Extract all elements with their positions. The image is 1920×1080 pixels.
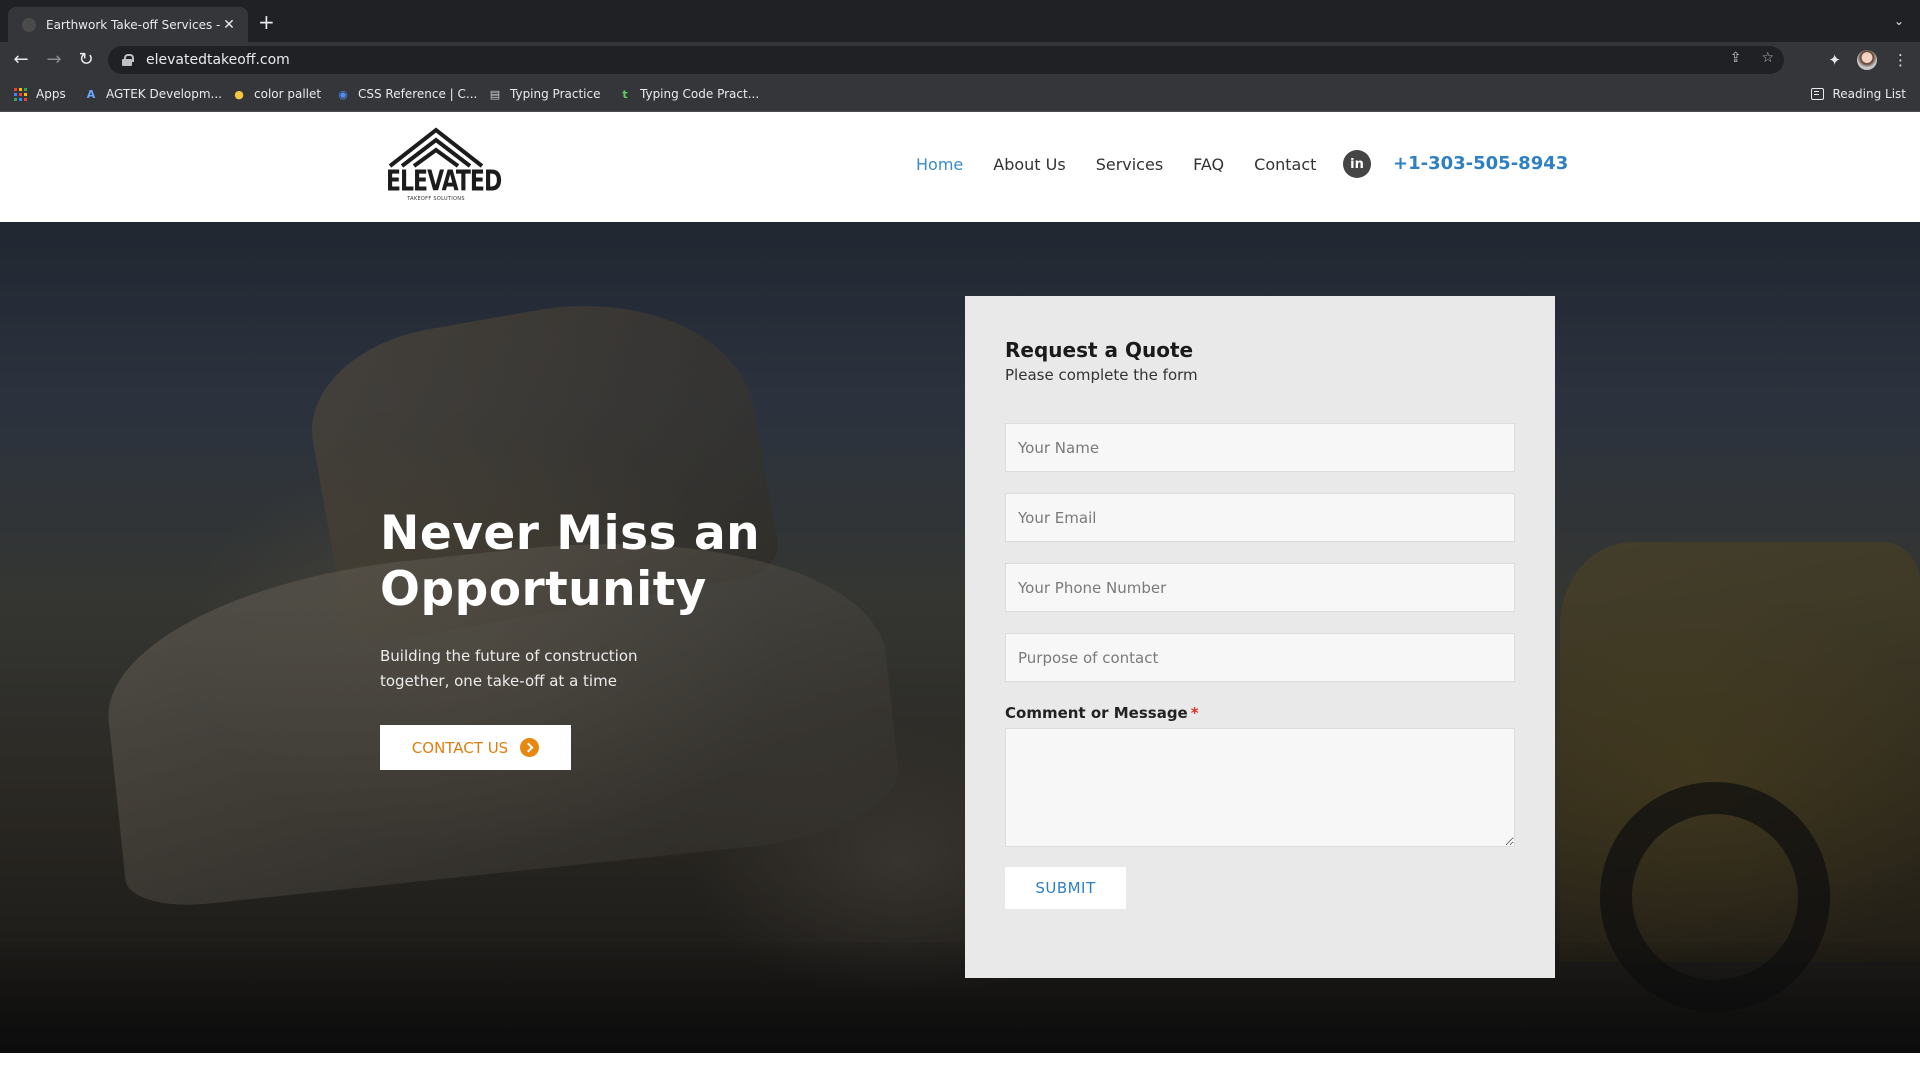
name-input[interactable] [1005, 423, 1515, 472]
site-header: ELEVATED TAKEOFF SOLUTIONS Home About Us… [0, 112, 1920, 222]
logo-tagline: TAKEOFF SOLUTIONS [407, 196, 465, 202]
required-asterisk: * [1190, 704, 1199, 722]
quote-form-title: Request a Quote [1005, 338, 1194, 362]
bookmark-label: color pallet [254, 87, 322, 101]
browser-menu-icon[interactable]: ⋮ [1893, 51, 1908, 69]
main-navigation: Home About Us Services FAQ Contact [916, 155, 1316, 174]
tab-title: Earthwork Take-off Services - Elevated T… [46, 17, 220, 32]
bookmark-label: Apps [36, 87, 66, 101]
bookmark-apps[interactable]: Apps [14, 87, 66, 101]
color-pallet-icon: ● [234, 87, 244, 101]
lock-icon[interactable] [122, 54, 134, 66]
nav-faq[interactable]: FAQ [1193, 155, 1224, 174]
bookmark-label: Typing Code Pract... [640, 87, 760, 101]
new-tab-icon[interactable]: + [258, 12, 275, 32]
email-input[interactable] [1005, 493, 1515, 542]
agtek-icon: A [86, 87, 96, 101]
hero-dark-overlay [0, 222, 1920, 1053]
reading-list-button[interactable]: Reading List [1810, 87, 1907, 101]
typing-code-icon: t [622, 87, 628, 101]
hero-section: Never Miss an Opportunity Building the f… [0, 222, 1920, 1053]
site-favicon-icon [22, 17, 36, 32]
hero-subtitle: Building the future of construction toge… [380, 647, 638, 690]
tab-close-icon[interactable]: ✕ [220, 17, 238, 33]
bookmark-css-reference[interactable]: ◉ CSS Reference | C... [336, 87, 477, 101]
share-icon[interactable]: ⇪ [1730, 50, 1742, 66]
purpose-input[interactable] [1005, 633, 1515, 682]
reading-list-label: Reading List [1832, 87, 1907, 101]
message-label-text: Comment or Message [1005, 704, 1188, 722]
reading-list-icon [1810, 88, 1824, 100]
site-logo[interactable]: ELEVATED TAKEOFF SOLUTIONS [386, 126, 502, 206]
bookmark-typing-practice[interactable]: ▤ Typing Practice [488, 87, 601, 101]
css-reference-icon: ◉ [338, 87, 348, 101]
browser-tab-strip: Earthwork Take-off Services - Elevated T… [0, 0, 1920, 42]
browser-toolbar: ← → ↻ elevatedtakeoff.com ⇪ ☆ ✦ ⋮ [0, 42, 1920, 78]
hero-text-block: Never Miss an Opportunity Building the f… [380, 506, 900, 694]
message-textarea[interactable] [1005, 728, 1515, 847]
typing-practice-icon: ▤ [489, 87, 501, 101]
bookmark-color-pallet[interactable]: ● color pallet [232, 87, 321, 101]
bookmarks-bar: Apps A AGTEK Developm... ● color pallet … [0, 78, 1920, 112]
logo-roof-icon [388, 127, 484, 168]
arrow-right-circle-icon [520, 738, 540, 757]
contact-us-button[interactable]: CONTACT US [380, 725, 571, 770]
logo-wordmark: ELEVATED [386, 166, 502, 199]
extensions-puzzle-icon[interactable]: ✦ [1828, 51, 1841, 69]
bookmark-label: Typing Practice [510, 87, 601, 101]
page-bottom-strip [0, 1053, 1920, 1080]
bookmark-agtek[interactable]: A AGTEK Developm... [84, 87, 222, 101]
message-label: Comment or Message * [1005, 704, 1515, 722]
bookmark-label: CSS Reference | C... [358, 87, 478, 101]
url-text[interactable]: elevatedtakeoff.com [146, 52, 290, 68]
hero-title: Never Miss an Opportunity [380, 506, 900, 618]
nav-services[interactable]: Services [1096, 155, 1163, 174]
bookmark-label: AGTEK Developm... [106, 87, 222, 101]
linkedin-icon[interactable]: in [1343, 150, 1371, 178]
quote-form-subtitle: Please complete the form [1005, 366, 1198, 384]
profile-avatar-icon[interactable] [1857, 50, 1877, 70]
contact-us-label: CONTACT US [411, 738, 509, 757]
apps-grid-icon [14, 87, 28, 101]
phone-input[interactable] [1005, 563, 1515, 612]
quote-form: Request a Quote Please complete the form… [965, 296, 1555, 978]
tab-search-chevron-icon[interactable]: ⌄ [1894, 14, 1904, 28]
back-arrow-icon[interactable]: ← [10, 49, 32, 71]
address-bar[interactable]: elevatedtakeoff.com ⇪ ☆ [108, 46, 1784, 74]
nav-contact[interactable]: Contact [1254, 155, 1316, 174]
submit-button[interactable]: SUBMIT [1005, 867, 1126, 909]
forward-arrow-icon[interactable]: → [43, 49, 65, 71]
bookmark-typing-code[interactable]: t Typing Code Pract... [618, 87, 759, 101]
bookmark-star-icon[interactable]: ☆ [1761, 50, 1774, 66]
hero-title-line2: Opportunity [380, 562, 707, 617]
phone-link[interactable]: +1-303-505-8943 [1393, 153, 1568, 174]
reload-icon[interactable]: ↻ [75, 49, 97, 71]
nav-home[interactable]: Home [916, 155, 963, 174]
browser-tab-active[interactable]: Earthwork Take-off Services - Elevated T… [8, 7, 248, 42]
nav-about-us[interactable]: About Us [993, 155, 1065, 174]
hero-title-line1: Never Miss an [380, 506, 761, 561]
